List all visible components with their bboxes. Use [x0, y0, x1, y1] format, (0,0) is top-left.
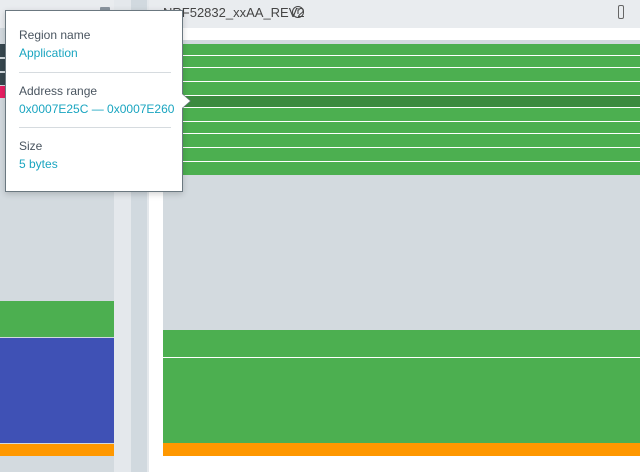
- file-region-bootloader[interactable]: [0, 338, 114, 443]
- device-region-application[interactable]: [163, 108, 640, 122]
- tooltip-divider: [19, 127, 171, 128]
- device-region-application[interactable]: [163, 122, 640, 134]
- device-memory-panel: NRF52832_xxAA_REV2 i: [149, 0, 640, 472]
- device-region-application[interactable]: [163, 330, 640, 358]
- device-header: NRF52832_xxAA_REV2 i: [149, 0, 640, 28]
- device-region-application[interactable]: [163, 162, 640, 175]
- address-range-value: 0x0007E25C — 0x0007E260: [19, 102, 175, 116]
- device-region-application[interactable]: [163, 358, 640, 443]
- device-region-application-hovered[interactable]: [163, 96, 640, 108]
- tooltip-arrow: [182, 94, 190, 108]
- device-region-mbr[interactable]: [163, 443, 640, 456]
- address-range-section: Address range 0x0007E25C — 0x0007E260: [19, 84, 175, 117]
- device-region-application[interactable]: [163, 68, 640, 82]
- tooltip-divider: [19, 72, 171, 73]
- region-name-value: Application: [19, 46, 78, 60]
- size-section: Size 5 bytes: [19, 139, 171, 172]
- kebab-menu-icon[interactable]: [618, 5, 624, 19]
- device-region-application[interactable]: [163, 82, 640, 96]
- programmer-window: NRF52832_xxAA_REV2 i Region name Applica…: [0, 0, 640, 472]
- region-tooltip: Region name Application Address range 0x…: [5, 10, 183, 192]
- file-region-application[interactable]: [0, 301, 114, 337]
- file-region-mbr[interactable]: [0, 444, 114, 456]
- info-circle-icon[interactable]: i: [292, 6, 304, 18]
- size-label: Size: [19, 139, 43, 153]
- region-name-section: Region name Application: [19, 28, 171, 61]
- device-region-application[interactable]: [163, 134, 640, 148]
- device-title: NRF52832_xxAA_REV2: [163, 5, 305, 20]
- device-region-application[interactable]: [163, 148, 640, 162]
- device-memory-map: [163, 40, 640, 456]
- address-range-label: Address range: [19, 84, 98, 98]
- size-value: 5 bytes: [19, 157, 58, 171]
- region-name-label: Region name: [19, 28, 91, 42]
- device-region-application[interactable]: [163, 56, 640, 68]
- device-region-application[interactable]: [163, 44, 640, 56]
